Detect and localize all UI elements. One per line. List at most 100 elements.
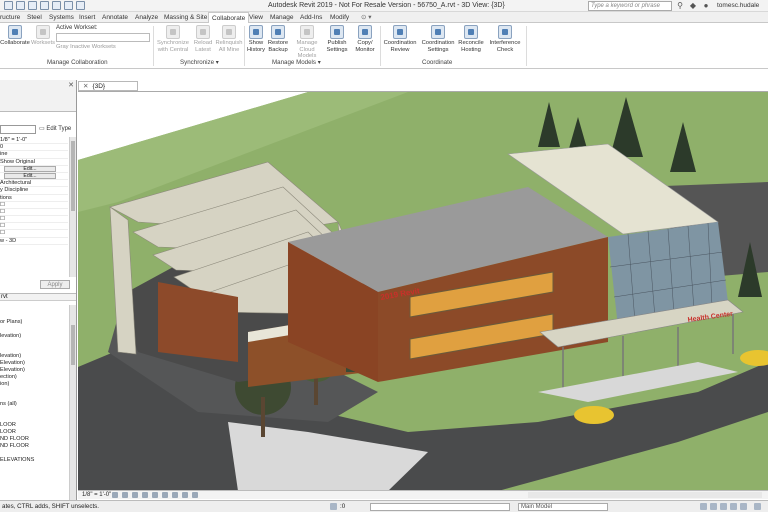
reconcile-hosting-button[interactable]: Reconcile Hosting — [456, 25, 486, 53]
binoculars-icon[interactable]: ⚲ — [675, 1, 685, 11]
properties-scrollbar[interactable] — [69, 137, 76, 277]
close-icon[interactable]: ✕ — [83, 83, 88, 90]
tree-item[interactable] — [0, 312, 68, 319]
workset-icon[interactable] — [330, 503, 337, 510]
sync-central-button[interactable]: Synchronize with Central — [155, 25, 191, 53]
tree-item[interactable]: ns (all) — [0, 401, 68, 408]
view-scale[interactable]: 1/8" = 1'-0" — [82, 491, 111, 499]
tab-add-ins[interactable]: Add-Ins — [300, 12, 322, 23]
account-icon[interactable]: ● — [701, 1, 711, 11]
select-pinned-icon[interactable] — [720, 503, 727, 510]
visual-style-icon[interactable] — [122, 492, 128, 498]
tree-item[interactable]: ND FLOOR — [0, 436, 68, 443]
tree-item[interactable]: Elevation) — [0, 367, 68, 374]
sun-path-icon[interactable] — [132, 492, 138, 498]
active-workset-dropdown[interactable] — [56, 33, 150, 42]
tab-analyze[interactable]: Analyze — [135, 12, 158, 23]
type-selector[interactable] — [0, 125, 36, 134]
collaborate-button[interactable]: Collaborate — [0, 25, 30, 47]
drag-elements-icon[interactable] — [740, 503, 747, 510]
property-row[interactable]: Architectural — [0, 180, 68, 188]
tree-item[interactable]: ection) — [0, 374, 68, 381]
open-icon[interactable] — [4, 1, 13, 10]
tree-item[interactable] — [0, 408, 68, 415]
tree-item[interactable] — [0, 395, 68, 402]
tree-item[interactable]: ELEVATIONS — [0, 457, 68, 464]
tree-item[interactable]: or Plans) — [0, 319, 68, 326]
select-links-icon[interactable] — [700, 503, 707, 510]
3d-view-icon[interactable] — [76, 1, 85, 10]
coordination-settings-button[interactable]: Coordination Settings — [420, 25, 456, 53]
tab-modify[interactable]: Modify — [330, 12, 349, 23]
property-checkbox-row[interactable]: ☐ — [0, 230, 68, 238]
tree-item[interactable]: levation) — [0, 353, 68, 360]
design-option-select[interactable]: Main Model — [518, 503, 608, 511]
tree-item[interactable] — [0, 326, 68, 333]
relinquish-all-button[interactable]: Relinquish All Mine — [215, 25, 243, 53]
tree-item[interactable]: ion) — [0, 381, 68, 388]
property-checkbox-row[interactable]: ☐ — [0, 209, 68, 217]
tab-insert[interactable]: Insert — [79, 12, 95, 23]
user-name[interactable]: tomesc.hudale — [717, 2, 759, 9]
crop-view-icon[interactable] — [162, 492, 168, 498]
browser-scrollbar[interactable] — [69, 305, 76, 500]
coordination-review-button[interactable]: Coordination Review — [382, 25, 418, 53]
tab-manage[interactable]: Manage — [270, 12, 294, 23]
render-icon[interactable] — [152, 492, 158, 498]
gray-inactive-worksets-button[interactable]: Gray Inactive Worksets — [56, 44, 116, 50]
apply-button[interactable]: Apply — [40, 280, 70, 289]
interference-check-button[interactable]: Interference Check — [487, 25, 523, 53]
select-by-face-icon[interactable] — [730, 503, 737, 510]
reload-latest-button[interactable]: Reload Latest — [192, 25, 214, 53]
detail-level-icon[interactable] — [112, 492, 118, 498]
save-icon[interactable] — [16, 1, 25, 10]
property-row[interactable]: 1/8" = 1'-0" — [0, 137, 68, 145]
manage-cloud-models-button[interactable]: Manage Cloud Models — [290, 25, 324, 60]
close-icon[interactable]: ✕ — [68, 81, 74, 89]
subscription-icon[interactable]: ◆ — [688, 1, 698, 11]
property-row[interactable]: Show Original — [0, 159, 68, 166]
tree-item[interactable] — [0, 463, 68, 470]
tree-item[interactable] — [0, 346, 68, 353]
tab-systems[interactable]: Systems — [49, 12, 74, 23]
property-checkbox-row[interactable]: ☐ — [0, 216, 68, 224]
property-row[interactable]: y Discipline — [0, 187, 68, 195]
filter-icon[interactable] — [754, 503, 761, 510]
restore-backup-button[interactable]: Restore Backup — [266, 25, 290, 53]
property-checkbox-row[interactable]: ☐ — [0, 202, 68, 209]
show-crop-icon[interactable] — [172, 492, 178, 498]
scrollbar-thumb[interactable] — [71, 325, 75, 365]
print-icon[interactable] — [52, 1, 61, 10]
undo-icon[interactable] — [28, 1, 37, 10]
shadows-icon[interactable] — [142, 492, 148, 498]
tree-item[interactable]: Elevation) — [0, 360, 68, 367]
edit-button[interactable]: Edit... — [4, 172, 56, 179]
copy-monitor-button[interactable]: Copy/ Monitor — [352, 25, 378, 53]
tree-item[interactable]: ND FLOOR — [0, 443, 68, 450]
tab-massing-site[interactable]: Massing & Site — [164, 12, 207, 23]
measure-icon[interactable] — [64, 1, 73, 10]
active-workset-status[interactable] — [370, 503, 510, 511]
publish-settings-button[interactable]: Publish Settings — [325, 25, 349, 53]
property-checkbox-row[interactable]: ☐ — [0, 223, 68, 231]
tree-item[interactable]: LOOR — [0, 429, 68, 436]
show-history-button[interactable]: Show History — [245, 25, 267, 53]
scrollbar-thumb[interactable] — [71, 141, 75, 211]
3d-viewport[interactable]: 2019 Revit Health Center — [78, 91, 768, 490]
3d-model-render[interactable]: 2019 Revit Health Center — [78, 92, 768, 490]
tree-item[interactable]: LOOR — [0, 422, 68, 429]
ribbon-options-icon[interactable]: ⊙ ▾ — [361, 12, 372, 23]
tree-item[interactable] — [0, 450, 68, 457]
edit-button[interactable]: Edit... — [4, 165, 56, 172]
redo-icon[interactable] — [40, 1, 49, 10]
property-row[interactable]: w - 3D — [0, 238, 68, 245]
tab-view[interactable]: View — [249, 12, 263, 23]
property-row[interactable]: tions — [0, 195, 68, 202]
select-underlay-icon[interactable] — [710, 503, 717, 510]
tab-collaborate[interactable]: Collaborate — [208, 12, 250, 23]
view-tab-3d[interactable]: ✕ {3D} — [78, 81, 138, 91]
tree-item[interactable] — [0, 388, 68, 395]
tab-steel[interactable]: Steel — [27, 12, 42, 23]
property-row[interactable]: ine — [0, 151, 68, 159]
tree-item[interactable] — [0, 339, 68, 346]
